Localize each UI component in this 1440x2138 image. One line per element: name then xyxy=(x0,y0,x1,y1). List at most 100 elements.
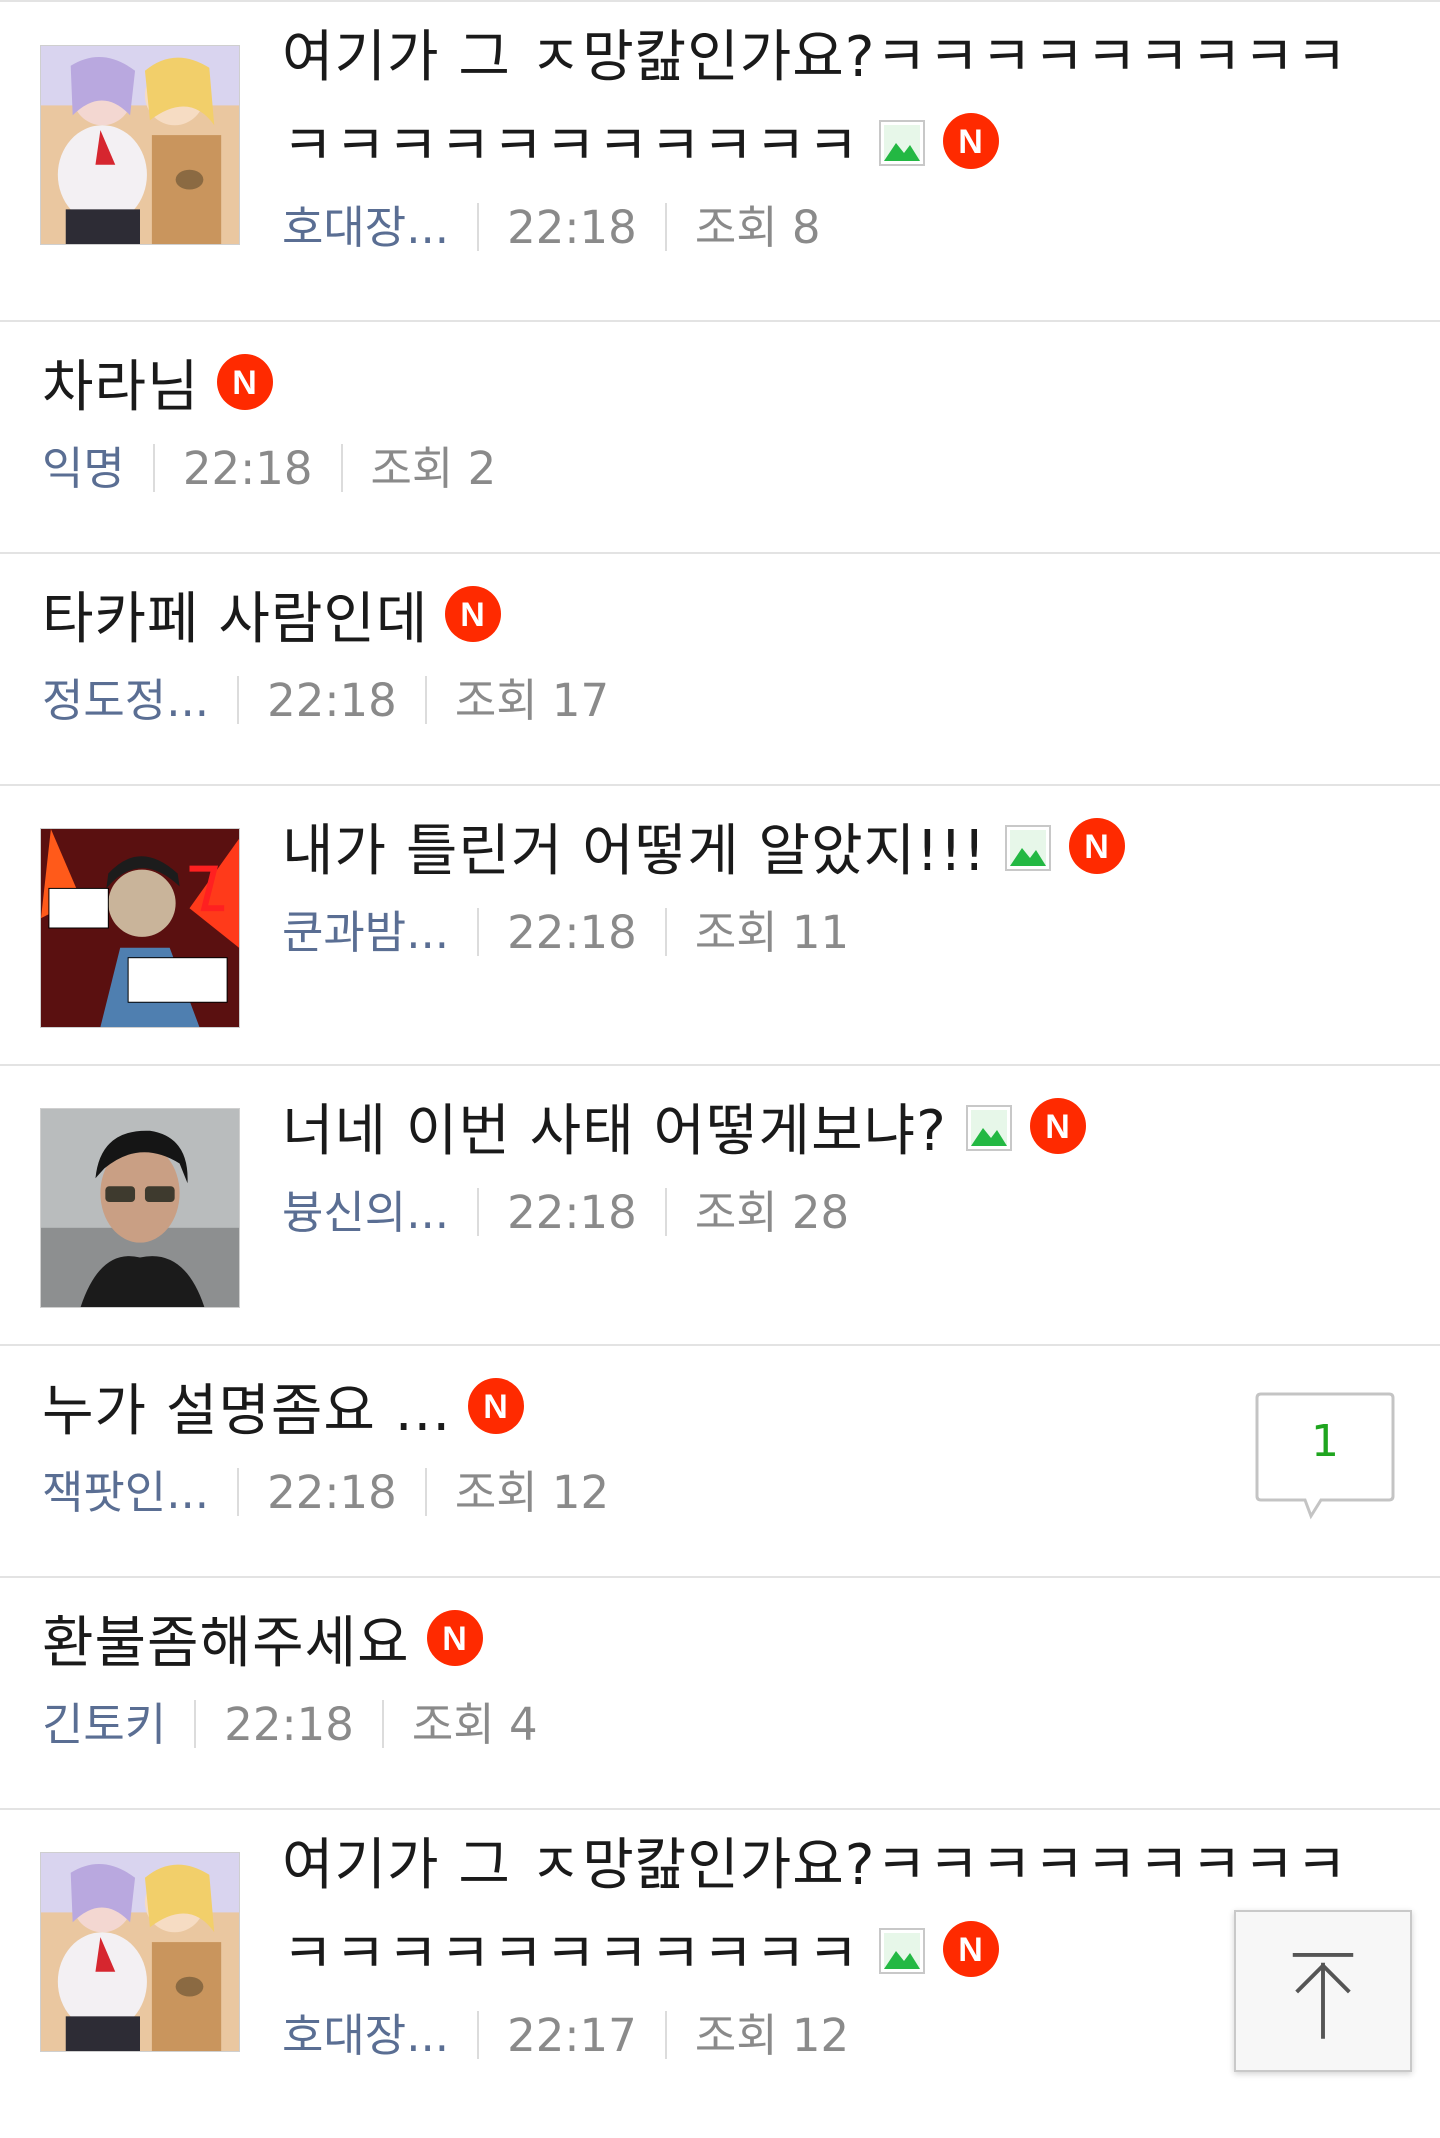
post-title[interactable]: 너네 이번 사태 어떻게보냐? N xyxy=(282,1086,1400,1175)
post-title[interactable]: 타카페 사람인데 N xyxy=(42,574,1400,663)
man-sunglasses-thumbnail xyxy=(41,1109,239,1307)
post-thumbnail[interactable] xyxy=(40,1108,240,1308)
meta-divider xyxy=(237,675,240,724)
post-time: 22:18 xyxy=(507,1185,637,1239)
svg-text:N: N xyxy=(232,364,258,402)
post-row[interactable]: 환불좀해주세요 N 긴토키 22:18 조회 4 xyxy=(0,1576,1440,1808)
post-author[interactable]: 호대장... xyxy=(282,2009,449,2062)
post-title[interactable]: 여기가 그 ㅈ망캂인가요?ㅋㅋㅋㅋㅋㅋㅋㅋㅋㅋㅋㅋㅋㅋㅋㅋㅋㅋㅋㅋ N xyxy=(282,1820,1400,1998)
comment-count-button[interactable]: 1 xyxy=(1255,1390,1395,1520)
post-views: 조회 17 xyxy=(454,673,610,727)
svg-text:N: N xyxy=(958,1931,984,1969)
meta-divider xyxy=(477,202,480,251)
meta-divider xyxy=(381,1699,384,1748)
post-meta: 호대장... 22:18 조회 8 xyxy=(282,198,1400,258)
meta-divider xyxy=(664,202,667,251)
meta-divider xyxy=(340,443,343,492)
post-time: 22:18 xyxy=(182,441,313,495)
new-badge-icon: N xyxy=(942,112,1000,170)
post-title[interactable]: 환불좀해주세요 N xyxy=(42,1598,1400,1687)
post-author[interactable]: 븅신의... xyxy=(282,1186,449,1239)
post-thumbnail[interactable] xyxy=(40,1852,240,2052)
post-time: 22:18 xyxy=(507,905,637,959)
post-row[interactable]: 여기가 그 ㅈ망캂인가요?ㅋㅋㅋㅋㅋㅋㅋㅋㅋㅋㅋㅋㅋㅋㅋㅋㅋㅋㅋㅋ N 호대장..… xyxy=(0,1808,1440,2138)
post-thumbnail[interactable] xyxy=(40,45,240,245)
post-row[interactable]: 내가 틀린거 어떻게 알았지!!! N 쿤과밤... 22:18 조회 11 xyxy=(0,784,1440,1064)
post-meta: 긴토키 22:18 조회 4 xyxy=(42,1695,1400,1755)
svg-text:N: N xyxy=(461,596,487,634)
meta-divider xyxy=(424,675,427,724)
meta-divider xyxy=(664,2010,667,2059)
post-meta: 쿤과밤... 22:18 조회 11 xyxy=(282,903,1400,963)
new-badge-icon: N xyxy=(942,1920,1000,1978)
post-title[interactable]: 내가 틀린거 어떻게 알았지!!! N xyxy=(282,806,1400,895)
post-title-text: 차라님 xyxy=(42,354,200,420)
post-thumbnail[interactable] xyxy=(40,828,240,1028)
post-title[interactable]: 누가 설명좀요 ... N xyxy=(42,1366,1180,1455)
post-time: 22:18 xyxy=(267,1465,397,1519)
post-meta: 익명 22:18 조회 2 xyxy=(42,439,1400,499)
post-author[interactable]: 긴토키 xyxy=(42,1698,166,1751)
anime-girls-thumbnail xyxy=(41,46,239,244)
webtoon-panel-thumbnail xyxy=(41,829,239,1027)
post-title-text: 누가 설명좀요 ... xyxy=(42,1378,452,1444)
image-icon xyxy=(878,1927,926,1975)
new-badge-icon: N xyxy=(1068,817,1126,875)
meta-divider xyxy=(477,907,480,956)
post-views: 조회 4 xyxy=(411,1697,538,1751)
svg-text:N: N xyxy=(1045,1108,1071,1146)
post-time: 22:17 xyxy=(507,2008,637,2062)
meta-divider xyxy=(237,1467,240,1516)
post-title[interactable]: 차라님 N xyxy=(42,342,1400,431)
svg-text:N: N xyxy=(958,123,984,161)
scroll-to-top-button[interactable] xyxy=(1234,1910,1412,2072)
post-time: 22:18 xyxy=(224,1697,354,1751)
post-row[interactable]: 차라님 N 익명 22:18 조회 2 xyxy=(0,320,1440,552)
post-row[interactable]: 너네 이번 사태 어떻게보냐? N 븅신의... 22:18 조회 28 xyxy=(0,1064,1440,1344)
post-meta: 호대장... 22:17 조회 12 xyxy=(282,2006,1400,2066)
meta-divider xyxy=(477,1187,480,1236)
new-badge-icon: N xyxy=(467,1377,525,1435)
post-author[interactable]: 잭팟인... xyxy=(42,1466,209,1519)
post-views: 조회 2 xyxy=(370,441,497,495)
post-title-text: 여기가 그 ㅈ망캂인가요?ㅋㅋㅋㅋㅋㅋㅋㅋㅋㅋㅋㅋㅋㅋㅋㅋㅋㅋㅋㅋ xyxy=(282,24,1349,179)
new-badge-icon: N xyxy=(1029,1097,1087,1155)
post-list: 여기가 그 ㅈ망캂인가요?ㅋㅋㅋㅋㅋㅋㅋㅋㅋㅋㅋㅋㅋㅋㅋㅋㅋㅋㅋㅋ N 호대장..… xyxy=(0,0,1440,2138)
new-badge-icon: N xyxy=(216,353,274,411)
post-title-text: 타카페 사람인데 xyxy=(42,586,429,652)
meta-divider xyxy=(194,1699,197,1748)
post-title-text: 여기가 그 ㅈ망캂인가요?ㅋㅋㅋㅋㅋㅋㅋㅋㅋㅋㅋㅋㅋㅋㅋㅋㅋㅋㅋㅋ xyxy=(282,1832,1349,1987)
svg-text:N: N xyxy=(483,1388,509,1426)
meta-divider xyxy=(664,1187,667,1236)
svg-text:N: N xyxy=(442,1620,468,1658)
post-views: 조회 28 xyxy=(694,1185,850,1239)
post-row[interactable]: 누가 설명좀요 ... N 잭팟인... 22:18 조회 12 1 xyxy=(0,1344,1440,1576)
post-author[interactable]: 호대장... xyxy=(282,201,449,254)
post-title[interactable]: 여기가 그 ㅈ망캂인가요?ㅋㅋㅋㅋㅋㅋㅋㅋㅋㅋㅋㅋㅋㅋㅋㅋㅋㅋㅋㅋ N xyxy=(282,12,1400,190)
post-views: 조회 12 xyxy=(694,2008,850,2062)
image-icon xyxy=(965,1104,1013,1152)
post-author[interactable]: 쿤과밤... xyxy=(282,906,449,959)
post-title-text: 환불좀해주세요 xyxy=(42,1610,410,1676)
new-badge-icon: N xyxy=(444,585,502,643)
post-meta: 잭팟인... 22:18 조회 12 xyxy=(42,1463,1180,1523)
post-time: 22:18 xyxy=(507,200,637,254)
post-row[interactable]: 여기가 그 ㅈ망캂인가요?ㅋㅋㅋㅋㅋㅋㅋㅋㅋㅋㅋㅋㅋㅋㅋㅋㅋㅋㅋㅋ N 호대장..… xyxy=(0,0,1440,320)
anime-girls-thumbnail xyxy=(41,1853,239,2051)
image-icon xyxy=(878,119,926,167)
post-views: 조회 12 xyxy=(454,1465,610,1519)
post-views: 조회 8 xyxy=(694,200,821,254)
arrow-up-icon xyxy=(1292,1952,1354,2039)
post-meta: 정도정... 22:18 조회 17 xyxy=(42,671,1400,731)
post-author[interactable]: 익명 xyxy=(42,442,125,495)
image-icon xyxy=(1004,824,1052,872)
post-time: 22:18 xyxy=(267,673,397,727)
meta-divider xyxy=(424,1467,427,1516)
meta-divider xyxy=(477,2010,480,2059)
post-title-text: 너네 이번 사태 어떻게보냐? xyxy=(282,1098,947,1164)
comment-count: 1 xyxy=(1311,1416,1339,1467)
post-row[interactable]: 타카페 사람인데 N 정도정... 22:18 조회 17 xyxy=(0,552,1440,784)
new-badge-icon: N xyxy=(426,1609,484,1667)
post-author[interactable]: 정도정... xyxy=(42,674,209,727)
meta-divider xyxy=(664,907,667,956)
